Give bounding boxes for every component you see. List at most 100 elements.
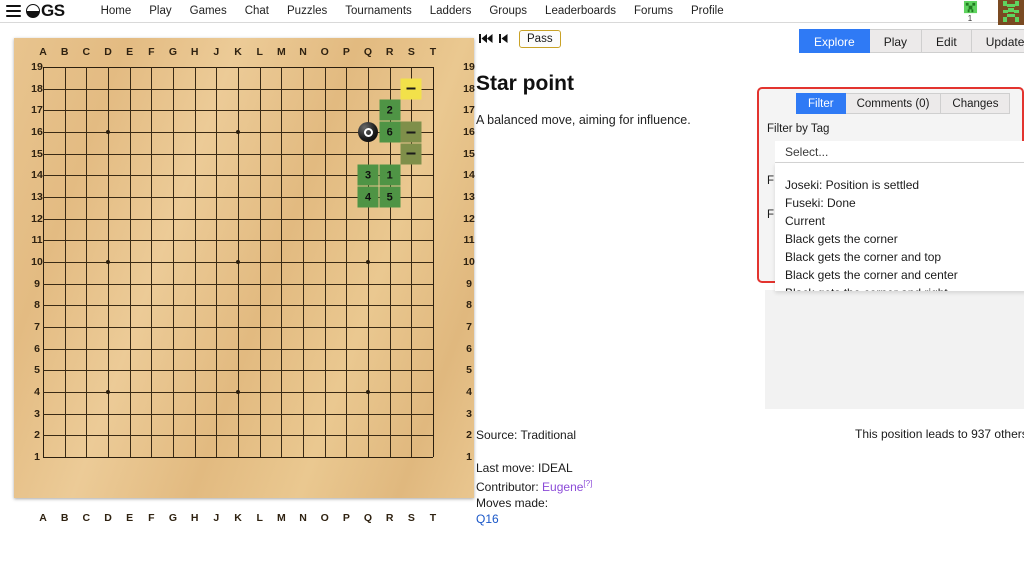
avatar[interactable]: [998, 0, 1024, 25]
tag-select-placeholder: Select...: [785, 145, 829, 159]
nav-link-leaderboards[interactable]: Leaderboards: [536, 0, 625, 23]
row-label-8: 8: [34, 299, 40, 312]
option-black-corner-center[interactable]: Black gets the corner and center: [775, 266, 1024, 284]
column-label-o: O: [320, 46, 329, 58]
column-label-m: M: [276, 46, 286, 58]
board-mark-s18[interactable]: [400, 78, 422, 100]
option-joseki-settled[interactable]: Joseki: Position is settled: [775, 176, 1024, 194]
board-mark-r16[interactable]: 6: [379, 121, 401, 143]
option-current[interactable]: Current: [775, 212, 1024, 230]
tag-options-dropdown[interactable]: Joseki: Position is settled Fuseki: Done…: [775, 163, 1024, 291]
nav-link-ladders[interactable]: Ladders: [421, 0, 481, 23]
row-label-17: 17: [31, 104, 43, 117]
tab-edit[interactable]: Edit: [922, 29, 972, 53]
tab-updates[interactable]: Updates: [971, 29, 1024, 53]
tab-filter[interactable]: Filter: [796, 93, 846, 114]
notifications-badge[interactable]: 1: [955, 0, 985, 23]
row-label-6: 6: [466, 342, 472, 355]
row-label-9: 9: [466, 277, 472, 290]
row-label-1: 1: [34, 451, 40, 463]
avatar-icon: [998, 0, 1024, 25]
column-label-c: C: [82, 512, 91, 524]
column-label-o: O: [320, 512, 329, 524]
primary-nav: Home Play Games Chat Puzzles Tournaments…: [92, 0, 733, 23]
row-label-4: 4: [34, 386, 40, 398]
pass-button[interactable]: Pass: [519, 30, 561, 48]
hamburger-menu-icon[interactable]: [6, 5, 21, 17]
column-label-k: K: [234, 512, 242, 524]
grid-line-horizontal: [43, 414, 433, 415]
column-label-j: J: [213, 512, 220, 524]
grid-line-horizontal: [43, 349, 433, 350]
nav-link-profile[interactable]: Profile: [682, 0, 733, 23]
column-label-p: P: [342, 46, 350, 58]
tab-play[interactable]: Play: [869, 29, 923, 53]
move-link-q16[interactable]: Q16: [476, 512, 499, 526]
row-label-3: 3: [34, 407, 40, 420]
column-label-d: D: [104, 512, 112, 524]
board-mark-q13[interactable]: 4: [357, 186, 379, 208]
contributor-link[interactable]: Eugene: [542, 480, 583, 494]
jump-to-start-button[interactable]: [476, 33, 496, 46]
column-label-l: L: [256, 512, 263, 524]
column-label-l: L: [256, 46, 263, 58]
row-label-12: 12: [463, 212, 475, 225]
meta-spacer: [476, 443, 592, 460]
nav-link-puzzles[interactable]: Puzzles: [278, 0, 336, 23]
dash-mark-icon: [406, 152, 416, 155]
stone-q16[interactable]: [358, 122, 378, 142]
board-mark-q14[interactable]: 3: [357, 164, 379, 186]
grid-line-horizontal: [43, 284, 433, 285]
option-black-corner-top[interactable]: Black gets the corner and top: [775, 248, 1024, 266]
obscured-filter-label-2: F: [767, 209, 775, 221]
grid-line-vertical: [281, 67, 282, 457]
nav-link-groups[interactable]: Groups: [480, 0, 536, 23]
nav-link-forums[interactable]: Forums: [625, 0, 682, 23]
row-label-4: 4: [466, 386, 472, 398]
grid-line-vertical: [303, 67, 304, 457]
row-label-14: 14: [463, 169, 475, 182]
logo-text[interactable]: GS: [41, 1, 65, 21]
tag-select-input[interactable]: Select... ▾: [775, 141, 1024, 163]
board-mark-r17[interactable]: 2: [379, 99, 401, 121]
dash-mark-icon: [406, 87, 416, 90]
column-label-a: A: [39, 512, 47, 524]
star-point-dot: [106, 260, 110, 264]
row-label-14: 14: [31, 169, 43, 182]
creeper-icon: [963, 1, 977, 14]
option-fuseki-done[interactable]: Fuseki: Done: [775, 194, 1024, 212]
board-mark-r13[interactable]: 5: [379, 186, 401, 208]
board-mark-s15[interactable]: [400, 143, 422, 165]
column-label-j: J: [213, 46, 220, 58]
nav-link-games[interactable]: Games: [181, 0, 236, 23]
tab-comments[interactable]: Comments (0): [845, 93, 942, 114]
column-label-b: B: [60, 512, 69, 524]
grid-line-vertical: [346, 67, 347, 457]
go-board[interactable]: A A B B C C D D E E F F G G H H J J K K L L M M N N O O P P Q Q R R S S T T 19…: [14, 38, 475, 524]
row-label-5: 5: [466, 364, 472, 377]
nav-link-play[interactable]: Play: [140, 0, 180, 23]
row-label-12: 12: [31, 212, 43, 225]
grid-line-horizontal: [43, 327, 433, 328]
contributor-help-icon[interactable]: [?]: [583, 479, 592, 488]
column-label-d: D: [104, 46, 112, 58]
tab-changes[interactable]: Changes: [941, 93, 1011, 114]
option-black-corner-right[interactable]: Black gets the corner and right: [775, 284, 1024, 291]
star-point-dot: [366, 260, 370, 264]
navbar-right: 1: [955, 0, 1024, 25]
column-label-t: T: [429, 512, 437, 524]
star-point-dot: [236, 390, 240, 394]
row-label-18: 18: [31, 82, 43, 95]
row-label-17: 17: [463, 104, 475, 117]
star-point-dot: [236, 130, 240, 134]
column-label-r: R: [385, 512, 394, 524]
row-label-9: 9: [34, 277, 40, 290]
nav-link-tournaments[interactable]: Tournaments: [336, 0, 420, 23]
nav-link-chat[interactable]: Chat: [236, 0, 278, 23]
board-mark-s16[interactable]: [400, 121, 422, 143]
board-mark-r14[interactable]: 1: [379, 164, 401, 186]
previous-move-button[interactable]: [496, 33, 512, 46]
nav-link-home[interactable]: Home: [92, 0, 141, 23]
tab-explore[interactable]: Explore: [799, 29, 870, 53]
option-black-corner[interactable]: Black gets the corner: [775, 230, 1024, 248]
